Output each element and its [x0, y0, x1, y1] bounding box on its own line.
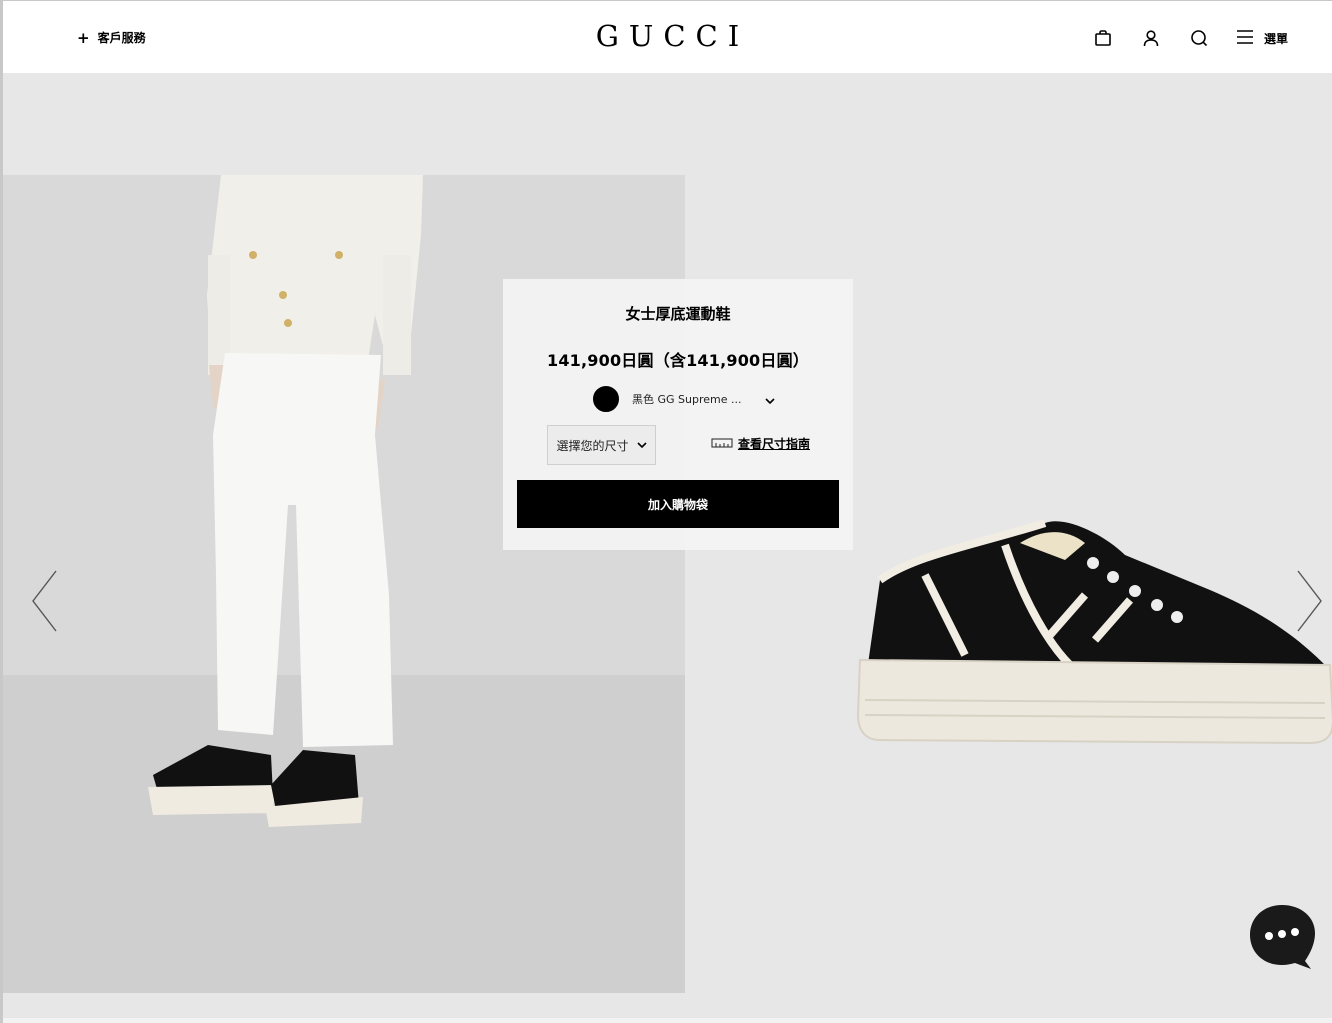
- hero-bottom-strip: [3, 1018, 1332, 1023]
- menu-button[interactable]: 選單: [1236, 29, 1288, 48]
- menu-label: 選單: [1263, 31, 1288, 46]
- chat-button[interactable]: [1249, 903, 1317, 971]
- size-select[interactable]: 選擇您的尺寸: [547, 425, 656, 465]
- size-guide-link[interactable]: 查看尺寸指南: [711, 434, 810, 453]
- size-select-placeholder: 選擇您的尺寸: [556, 438, 629, 453]
- product-price: 141,900日圓（含141,900日圓）: [547, 351, 809, 370]
- site-header: + 客戶服務 GUCCI 選單: [3, 1, 1332, 73]
- color-label: 黑色 GG Supreme ...: [632, 393, 742, 406]
- user-icon[interactable]: [1140, 27, 1162, 49]
- shopping-bag-icon[interactable]: [1092, 27, 1114, 49]
- color-selector[interactable]: 黑色 GG Supreme ...: [593, 386, 775, 412]
- header-actions: 選單: [1092, 27, 1288, 49]
- hamburger-menu-icon: [1236, 29, 1254, 48]
- chevron-left-icon: [32, 570, 57, 632]
- product-info-card: 女士厚底運動鞋 141,900日圓（含141,900日圓） 黑色 GG Supr…: [503, 279, 853, 550]
- ruler-icon: [711, 434, 733, 453]
- chevron-down-icon: [636, 438, 647, 452]
- chat-icon: [1250, 905, 1315, 969]
- product-title: 女士厚底運動鞋: [625, 305, 731, 323]
- add-to-bag-button[interactable]: 加入購物袋: [517, 480, 839, 528]
- color-swatch[interactable]: [593, 386, 619, 412]
- chevron-down-icon: [764, 390, 775, 409]
- carousel-prev-button[interactable]: [30, 570, 60, 632]
- carousel-next-button[interactable]: [1294, 570, 1324, 632]
- chevron-right-icon: [1297, 570, 1322, 632]
- shoe-product-photo: [855, 515, 1332, 755]
- search-icon[interactable]: [1188, 27, 1210, 49]
- size-guide-label: 查看尺寸指南: [738, 437, 811, 451]
